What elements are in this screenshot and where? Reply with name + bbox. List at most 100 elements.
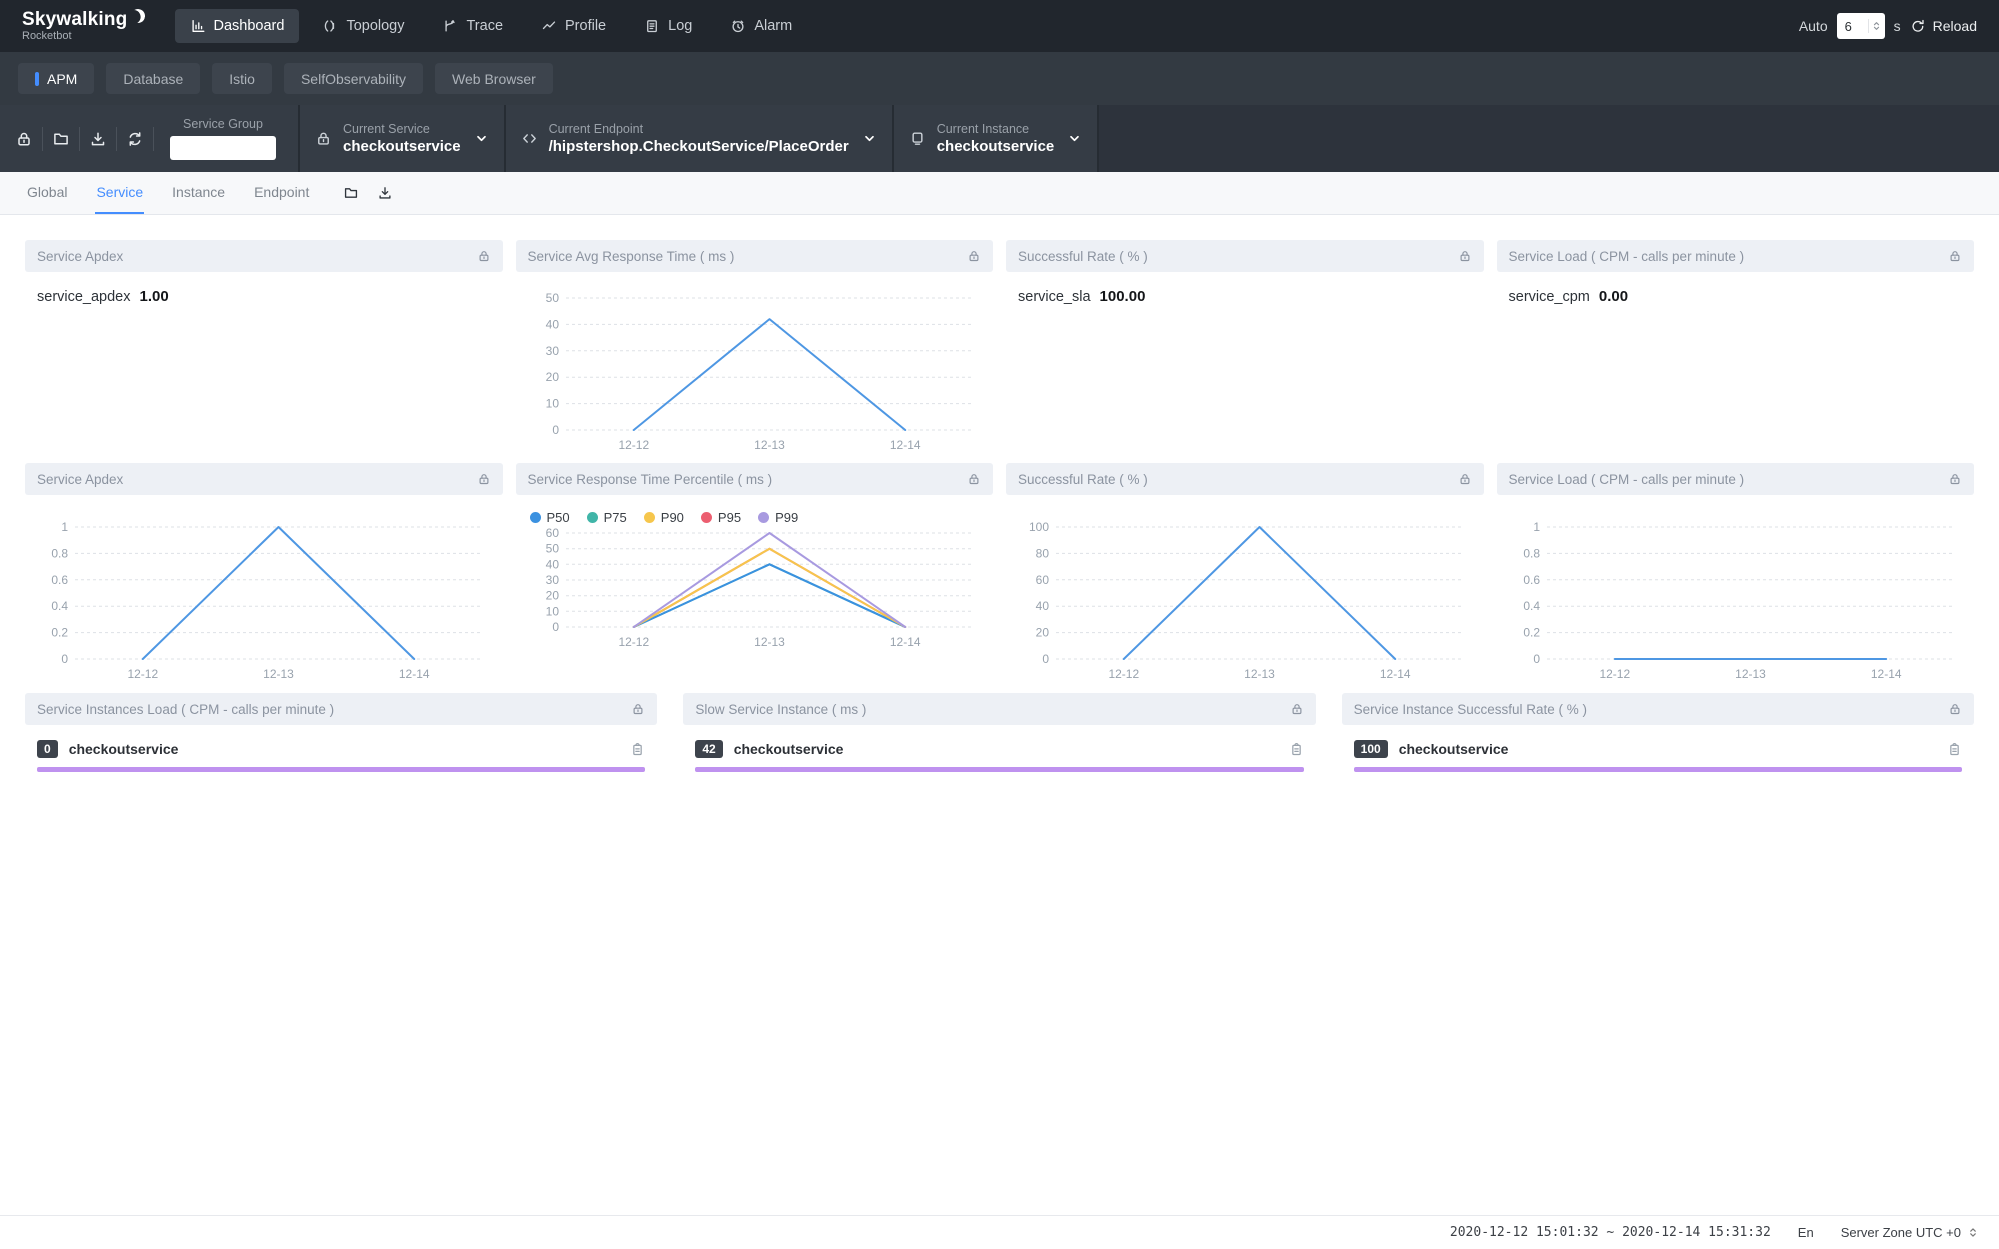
profile-icon [541, 18, 557, 34]
lock-icon[interactable] [477, 249, 491, 263]
view-tab-endpoint[interactable]: Endpoint [253, 172, 310, 214]
toolbar-download-button[interactable] [80, 105, 116, 172]
download-icon [89, 130, 107, 148]
nav-item-topology[interactable]: Topology [307, 9, 419, 43]
toolbar-refresh-button[interactable] [117, 105, 153, 172]
download-icon[interactable] [377, 185, 393, 201]
page-tab-web-browser[interactable]: Web Browser [435, 63, 553, 94]
metric-label: service_sla [1018, 289, 1091, 305]
logo-subtitle: Rocketbot [22, 30, 145, 42]
lock-icon[interactable] [1948, 249, 1962, 263]
nav-item-profile[interactable]: Profile [526, 9, 621, 43]
panel-service-load-cpm-calls-per-minute: Service Load ( CPM - calls per minute ) s… [1497, 240, 1975, 455]
service-group-input[interactable] [170, 136, 276, 160]
view-tab-global[interactable]: Global [26, 172, 68, 214]
selector-value: /hipstershop.CheckoutService/PlaceOrder [549, 137, 849, 157]
lock-icon[interactable] [967, 472, 981, 486]
nav-item-label: Profile [565, 18, 606, 34]
lock-icon[interactable] [1948, 472, 1962, 486]
metric-readout: service_cpm0.00 [1509, 280, 1963, 305]
svg-text:12-14: 12-14 [399, 667, 430, 681]
panel-title: Service Response Time Percentile ( ms ) [528, 472, 773, 487]
instance-icon [909, 130, 926, 147]
time-range-picker[interactable]: 2020-12-12 15:01:32 ~ 2020-12-14 15:31:3… [1450, 1225, 1771, 1240]
lock-icon[interactable] [967, 249, 981, 263]
instance-list-item[interactable]: 100checkoutservice [1354, 733, 1962, 758]
app-logo[interactable]: Skywalking Rocketbot [22, 10, 145, 42]
zone-spinner-icon[interactable] [1967, 1225, 1979, 1240]
nav-item-trace[interactable]: Trace [427, 9, 518, 43]
selector-current-service[interactable]: Current Servicecheckoutservice [298, 105, 504, 172]
auto-interval-input[interactable]: 6 [1837, 13, 1885, 39]
svg-text:30: 30 [545, 573, 559, 587]
metric-label: service_cpm [1509, 289, 1590, 305]
panel-header: Service Load ( CPM - calls per minute ) [1497, 240, 1975, 272]
panel-service-load-cpm-calls-per-minute: Service Load ( CPM - calls per minute )0… [1497, 463, 1975, 685]
clipboard-icon[interactable] [1947, 742, 1962, 757]
page-tab-database[interactable]: Database [106, 63, 200, 94]
view-tab-service[interactable]: Service [95, 172, 144, 214]
legend-item-p95[interactable]: P95 [701, 510, 741, 525]
lock-icon[interactable] [1948, 702, 1962, 716]
panel-header: Slow Service Instance ( ms ) [683, 693, 1315, 725]
server-zone-control[interactable]: Server Zone UTC +0 [1841, 1225, 1979, 1240]
view-tab-label: Global [27, 184, 67, 200]
legend-item-p75[interactable]: P75 [587, 510, 627, 525]
view-tab-instance[interactable]: Instance [171, 172, 226, 214]
top-navbar: Skywalking Rocketbot DashboardTopology Tr… [0, 0, 1999, 52]
svg-text:0: 0 [552, 620, 559, 634]
toolbar-folder-button[interactable] [43, 105, 79, 172]
lock-icon [15, 130, 33, 148]
chart-container-apdex: 00.20.40.60.8112-1212-1312-14 [37, 503, 491, 685]
panel-service-apdex: Service Apdexservice_apdex1.00 [25, 240, 503, 455]
page-tab-istio[interactable]: Istio [212, 63, 272, 94]
clipboard-icon[interactable] [630, 742, 645, 757]
language-switch[interactable]: En [1798, 1225, 1814, 1240]
selector-current-endpoint[interactable]: Current Endpoint/hipstershop.CheckoutSer… [504, 105, 892, 172]
svg-text:0.8: 0.8 [1523, 546, 1540, 560]
selector-current-instance[interactable]: Current Instancecheckoutservice [892, 105, 1098, 172]
folder-icon[interactable] [343, 185, 359, 201]
svg-text:12-12: 12-12 [1599, 667, 1630, 681]
chart-container-service_load: 00.20.40.60.8112-1212-1312-14 [1509, 503, 1963, 685]
svg-text:50: 50 [545, 542, 559, 556]
number-spinner-icon[interactable] [1868, 19, 1882, 33]
svg-text:12-13: 12-13 [754, 438, 785, 452]
view-tab-label: Service [96, 184, 143, 200]
svg-text:10: 10 [545, 604, 559, 618]
clipboard-icon[interactable] [1289, 742, 1304, 757]
instance-list-item[interactable]: 0checkoutservice [37, 733, 645, 758]
dashboard-content: Service Apdexservice_apdex1.00 Service Av… [0, 215, 1999, 779]
metric-readout: service_apdex1.00 [37, 280, 491, 305]
legend-label: P95 [718, 510, 741, 525]
lock-icon[interactable] [477, 472, 491, 486]
navbar-right: Auto 6 s Reload [1799, 13, 1977, 39]
lock-icon[interactable] [631, 702, 645, 716]
instance-value-bar [37, 767, 645, 772]
nav-item-log[interactable]: Log [629, 9, 707, 43]
legend-label: P50 [547, 510, 570, 525]
instance-list-item[interactable]: 42checkoutservice [695, 733, 1303, 758]
nav-item-alarm[interactable]: Alarm [715, 9, 807, 43]
svg-text:12-13: 12-13 [754, 635, 785, 649]
panel-header: Service Response Time Percentile ( ms ) [516, 463, 994, 495]
page-tab-apm[interactable]: APM [18, 63, 94, 94]
page-tab-selfobservability[interactable]: SelfObservability [284, 63, 423, 94]
instance-value-badge: 42 [695, 740, 722, 758]
reload-button[interactable]: Reload [1910, 18, 1977, 34]
lock-icon[interactable] [1458, 472, 1472, 486]
legend-item-p50[interactable]: P50 [530, 510, 570, 525]
selector-label: Current Instance [937, 121, 1055, 137]
chevron-down-icon [1067, 131, 1082, 146]
svg-text:0: 0 [61, 652, 68, 666]
nav-item-label: Trace [466, 18, 503, 34]
lock-icon[interactable] [1458, 249, 1472, 263]
legend-item-p90[interactable]: P90 [644, 510, 684, 525]
toolbar-lock-button[interactable] [6, 105, 42, 172]
lock-icon[interactable] [1290, 702, 1304, 716]
view-tabs: Global Service Instance Endpoint [0, 172, 1999, 215]
service-group-field: Service Group [154, 117, 292, 160]
panel-header: Service Avg Response Time ( ms ) [516, 240, 994, 272]
nav-item-dashboard[interactable]: Dashboard [175, 9, 300, 43]
legend-item-p99[interactable]: P99 [758, 510, 798, 525]
